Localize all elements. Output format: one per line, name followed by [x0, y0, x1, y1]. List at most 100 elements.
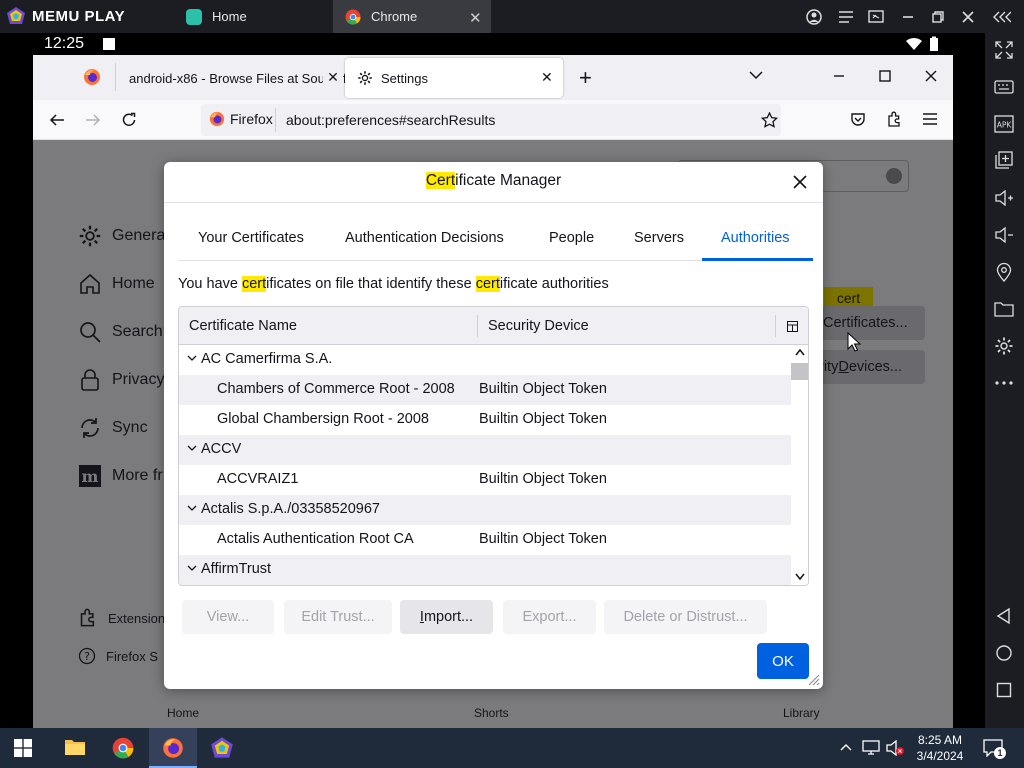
bottom-nav-library[interactable]: Library: [783, 706, 820, 720]
ok-button[interactable]: OK: [757, 643, 809, 679]
url-text[interactable]: about:preferences#searchResults: [286, 112, 495, 128]
close-tab-icon[interactable]: ✕: [541, 69, 553, 86]
app-menu-icon[interactable]: [922, 112, 938, 126]
network-icon[interactable]: [862, 740, 880, 756]
volume-muted-icon[interactable]: [886, 740, 904, 756]
chrome-taskbar-icon[interactable]: [112, 737, 134, 759]
close-window-icon[interactable]: [924, 69, 938, 83]
collapse-sidebar-icon[interactable]: [992, 7, 1012, 27]
taskbar-clock[interactable]: 8:25 AM 3/4/2024: [912, 732, 968, 764]
keyboard-icon[interactable]: [993, 76, 1015, 98]
nav-privacy[interactable]: Privacy: [78, 368, 164, 392]
certificate-tree[interactable]: Certificate Name Security Device AC Came…: [178, 306, 809, 586]
tab-people[interactable]: People: [549, 230, 594, 262]
folder-icon[interactable]: [993, 298, 1015, 320]
import-button[interactable]: Import...: [400, 600, 493, 634]
volume-up-icon[interactable]: [993, 187, 1015, 209]
bookmark-star-icon[interactable]: [761, 112, 778, 128]
identity-box[interactable]: Firefox: [209, 111, 273, 127]
menu-icon[interactable]: [836, 7, 856, 27]
table-row[interactable]: Chambers of Commerce Root - 2008 Builtin …: [179, 375, 791, 405]
column-certificate-name[interactable]: Certificate Name: [189, 318, 297, 334]
table-row[interactable]: Global Chambersign Root - 2008 Builtin Ob…: [179, 405, 791, 435]
tree-group-row[interactable]: AffirmTrust: [179, 555, 791, 585]
file-explorer-icon[interactable]: [64, 737, 86, 757]
scroll-down-icon[interactable]: [795, 573, 805, 581]
nav-home[interactable]: Home: [78, 272, 155, 296]
column-security-device[interactable]: Security Device: [488, 318, 589, 334]
new-tab-icon[interactable]: +: [579, 65, 592, 91]
firefox-taskbar-button[interactable]: [149, 728, 197, 768]
clear-search-icon[interactable]: [886, 168, 902, 184]
screen-mode-icon[interactable]: [866, 7, 886, 27]
android-recents-icon[interactable]: [993, 679, 1015, 701]
pocket-icon[interactable]: [850, 112, 866, 128]
extensions-icon[interactable]: [886, 111, 903, 128]
tree-group-row[interactable]: ACCV: [179, 435, 791, 465]
twisty-chevron-down-icon[interactable]: [187, 564, 197, 572]
tab-settings[interactable]: Settings ✕: [345, 58, 563, 98]
close-tab-icon[interactable]: ✕: [323, 69, 343, 86]
memu-tab-chrome[interactable]: Chrome ✕: [333, 0, 491, 33]
show-hidden-icons-icon[interactable]: [840, 743, 852, 751]
memu-taskbar-icon[interactable]: [210, 736, 234, 760]
nav-general[interactable]: Genera: [78, 224, 165, 248]
delete-or-distrust-button[interactable]: Delete or Distrust...: [604, 600, 767, 634]
twisty-chevron-down-icon[interactable]: [187, 444, 197, 452]
tree-group-row[interactable]: Actalis S.p.A./03358520967: [179, 495, 791, 525]
list-all-tabs-icon[interactable]: [749, 70, 763, 80]
nav-search[interactable]: Search: [78, 320, 163, 344]
account-icon[interactable]: [804, 7, 824, 27]
close-dialog-icon[interactable]: [792, 174, 808, 190]
maximize-icon[interactable]: [878, 69, 892, 83]
scroll-up-icon[interactable]: [795, 348, 805, 356]
notifications-icon[interactable]: 1: [983, 739, 1006, 759]
reload-icon[interactable]: [121, 112, 137, 128]
home-icon: [80, 273, 100, 294]
table-row[interactable]: Actalis Authentication Root CA Builtin Ob…: [179, 525, 791, 555]
security-devices-button[interactable]: rity Devices...: [819, 350, 925, 384]
minimize-icon[interactable]: [898, 7, 918, 27]
forward-arrow-icon[interactable]: [85, 112, 101, 128]
nav-firefox-support[interactable]: ? Firefox S: [78, 647, 158, 665]
firefox-view-icon[interactable]: [83, 68, 101, 86]
android-home-icon[interactable]: [993, 642, 1015, 664]
windows-start-icon[interactable]: [14, 739, 32, 757]
fullscreen-icon[interactable]: [993, 39, 1015, 61]
nav-extensions[interactable]: Extension: [78, 608, 165, 628]
memu-tab-home[interactable]: Home: [174, 0, 332, 33]
export-button[interactable]: Export...: [503, 600, 596, 634]
tab-android-x86[interactable]: android-x86 - Browse Files at Sourcef ✕: [117, 58, 345, 98]
table-row[interactable]: ACCVRAIZ1 Builtin Object Token: [179, 465, 791, 495]
column-picker-icon[interactable]: [787, 321, 798, 332]
restore-icon[interactable]: [928, 7, 948, 27]
url-bar[interactable]: Firefox about:preferences#searchResults: [201, 104, 781, 136]
multi-instance-icon[interactable]: [993, 149, 1015, 171]
twisty-chevron-down-icon[interactable]: [187, 354, 197, 362]
tab-servers[interactable]: Servers: [634, 230, 684, 262]
edit-trust-button[interactable]: Edit Trust...: [284, 600, 392, 634]
settings-gear-icon[interactable]: [993, 335, 1015, 357]
tree-group-row[interactable]: AC Camerfirma S.A.: [179, 345, 791, 375]
close-tab-icon[interactable]: ✕: [469, 9, 482, 27]
view-certificates-button[interactable]: Certificates...: [819, 306, 925, 340]
scrollbar-thumb[interactable]: [791, 363, 808, 380]
nav-sync[interactable]: Sync: [78, 416, 148, 440]
back-arrow-icon[interactable]: [49, 112, 65, 128]
bottom-nav-home[interactable]: Home: [167, 706, 199, 720]
tab-your-certificates[interactable]: Your Certificates: [198, 230, 304, 262]
more-icon[interactable]: [993, 372, 1015, 394]
close-window-icon[interactable]: [958, 7, 978, 27]
twisty-chevron-down-icon[interactable]: [187, 504, 197, 512]
resize-grip-icon[interactable]: [808, 674, 820, 686]
location-icon[interactable]: [993, 261, 1015, 283]
volume-down-icon[interactable]: [993, 224, 1015, 246]
nav-more-from-mozilla[interactable]: m More fr: [78, 464, 163, 488]
apk-icon[interactable]: APK: [993, 113, 1015, 135]
minimize-icon[interactable]: [832, 69, 846, 83]
bottom-nav-shorts[interactable]: Shorts: [474, 706, 509, 720]
tab-authentication-decisions[interactable]: Authentication Decisions: [345, 230, 504, 262]
view-button[interactable]: View...: [182, 600, 274, 634]
tree-scrollbar[interactable]: [791, 345, 808, 585]
android-back-icon[interactable]: [993, 605, 1015, 627]
